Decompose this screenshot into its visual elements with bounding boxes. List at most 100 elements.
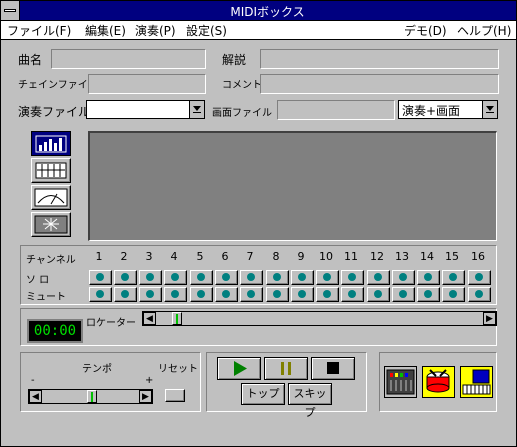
- mute-button-8[interactable]: [266, 287, 289, 302]
- solo-button-5[interactable]: [190, 270, 213, 285]
- channel-number: 5: [196, 250, 204, 263]
- pause-icon: [281, 362, 291, 375]
- channel-number: 6: [221, 250, 229, 263]
- locator-thumb[interactable]: [171, 312, 182, 325]
- mute-button-4[interactable]: [164, 287, 187, 302]
- mute-button-12[interactable]: [367, 287, 390, 302]
- keyboard-button[interactable]: [460, 366, 493, 398]
- tempo-reset-button[interactable]: [165, 389, 185, 402]
- screen-file-field: [277, 100, 395, 120]
- solo-label: ソ ロ: [26, 275, 50, 286]
- channel-number: 9: [297, 250, 305, 263]
- solo-button-3[interactable]: [139, 270, 162, 285]
- solo-button-14[interactable]: [417, 270, 440, 285]
- mute-button-11[interactable]: [341, 287, 364, 302]
- view-effect-button[interactable]: [31, 212, 71, 237]
- system-menu-button[interactable]: [1, 1, 20, 20]
- tempo-label: テンポ: [82, 364, 112, 375]
- mode-select[interactable]: 演奏+画面: [398, 100, 498, 119]
- solo-button-6[interactable]: [215, 270, 238, 285]
- channel-number: 10: [319, 250, 333, 263]
- visualizer-display: [88, 131, 497, 241]
- solo-button-7[interactable]: [240, 270, 263, 285]
- solo-button-12[interactable]: [367, 270, 390, 285]
- tempo-right-arrow-icon[interactable]: ▶: [139, 390, 152, 403]
- mute-button-14[interactable]: [417, 287, 440, 302]
- chain-file-field: [88, 74, 206, 94]
- solo-button-16[interactable]: [468, 270, 491, 285]
- song-title-field: [51, 49, 206, 69]
- menu-file[interactable]: ファイル(F): [7, 22, 71, 39]
- solo-button-11[interactable]: [341, 270, 364, 285]
- pause-button[interactable]: [264, 357, 308, 380]
- menu-settings[interactable]: 設定(S): [186, 22, 227, 39]
- solo-button-8[interactable]: [266, 270, 289, 285]
- menu-bar: ファイル(F) 編集(E) 演奏(P) 設定(S) デモ(D) ヘルプ(H): [1, 21, 516, 40]
- mixer-button[interactable]: [384, 366, 417, 398]
- main-window: MIDIボックス ファイル(F) 編集(E) 演奏(P) 設定(S) デモ(D)…: [0, 0, 517, 447]
- description-field: [260, 49, 499, 69]
- title-bar[interactable]: MIDIボックス: [1, 1, 516, 21]
- mute-button-10[interactable]: [316, 287, 339, 302]
- system-menu-icon: [4, 9, 16, 12]
- top-button[interactable]: トップ: [241, 383, 285, 405]
- mute-button-15[interactable]: [442, 287, 465, 302]
- solo-button-9[interactable]: [291, 270, 314, 285]
- view-channel-button[interactable]: [31, 158, 71, 183]
- solo-button-4[interactable]: [164, 270, 187, 285]
- solo-button-1[interactable]: [89, 270, 112, 285]
- mute-button-9[interactable]: [291, 287, 314, 302]
- stop-button[interactable]: [311, 357, 355, 380]
- mute-button-5[interactable]: [190, 287, 213, 302]
- solo-button-2[interactable]: [114, 270, 137, 285]
- mute-button-7[interactable]: [240, 287, 263, 302]
- window-title: MIDIボックス: [230, 5, 305, 19]
- starburst-icon: [34, 215, 68, 234]
- play-button[interactable]: [217, 357, 261, 380]
- channel-number: 12: [370, 250, 384, 263]
- time-counter: 00:00: [27, 319, 83, 343]
- comment-field: [260, 74, 499, 94]
- channel-number: 14: [420, 250, 434, 263]
- channel-number: 1: [95, 250, 103, 263]
- description-label: 解説: [222, 53, 247, 67]
- menu-help[interactable]: ヘルプ(H): [457, 22, 511, 39]
- mute-button-6[interactable]: [215, 287, 238, 302]
- mute-button-16[interactable]: [468, 287, 491, 302]
- keyboard-monitor-icon: [462, 369, 491, 395]
- play-file-select[interactable]: [86, 100, 205, 119]
- mode-dropdown-icon[interactable]: [482, 101, 497, 118]
- play-icon: [234, 361, 247, 376]
- comment-label: コメント: [222, 80, 262, 91]
- tempo-thumb[interactable]: [86, 390, 97, 403]
- mute-button-1[interactable]: [89, 287, 112, 302]
- channel-number: 11: [344, 250, 358, 263]
- view-meter-button[interactable]: [31, 185, 71, 210]
- menu-demo[interactable]: デモ(D): [404, 22, 447, 39]
- play-file-dropdown-icon[interactable]: [189, 101, 204, 118]
- view-equalizer-button[interactable]: [31, 131, 71, 156]
- locator-scrollbar[interactable]: ◀ ▶: [142, 311, 497, 326]
- tempo-scrollbar[interactable]: ◀ ▶: [28, 389, 153, 404]
- reset-label: リセット: [158, 364, 198, 375]
- mute-button-2[interactable]: [114, 287, 137, 302]
- tempo-left-arrow-icon[interactable]: ◀: [29, 390, 42, 403]
- menu-play[interactable]: 演奏(P): [135, 22, 176, 39]
- channel-number: 3: [145, 250, 153, 263]
- mute-button-3[interactable]: [139, 287, 162, 302]
- channel-grid-icon: [35, 162, 67, 179]
- locator-right-arrow-icon[interactable]: ▶: [483, 312, 496, 325]
- tempo-minus-label: -: [31, 375, 35, 386]
- solo-button-13[interactable]: [392, 270, 415, 285]
- locator-left-arrow-icon[interactable]: ◀: [143, 312, 156, 325]
- mute-button-13[interactable]: [392, 287, 415, 302]
- solo-button-15[interactable]: [442, 270, 465, 285]
- channel-number: 15: [445, 250, 459, 263]
- drum-button[interactable]: [422, 366, 455, 398]
- skip-button[interactable]: スキップ: [288, 383, 332, 419]
- solo-button-10[interactable]: [316, 270, 339, 285]
- mixer-panel-icon: [386, 369, 415, 395]
- menu-edit[interactable]: 編集(E): [85, 22, 126, 39]
- channel-number: 4: [170, 250, 178, 263]
- play-file-label: 演奏ファイル: [18, 105, 91, 119]
